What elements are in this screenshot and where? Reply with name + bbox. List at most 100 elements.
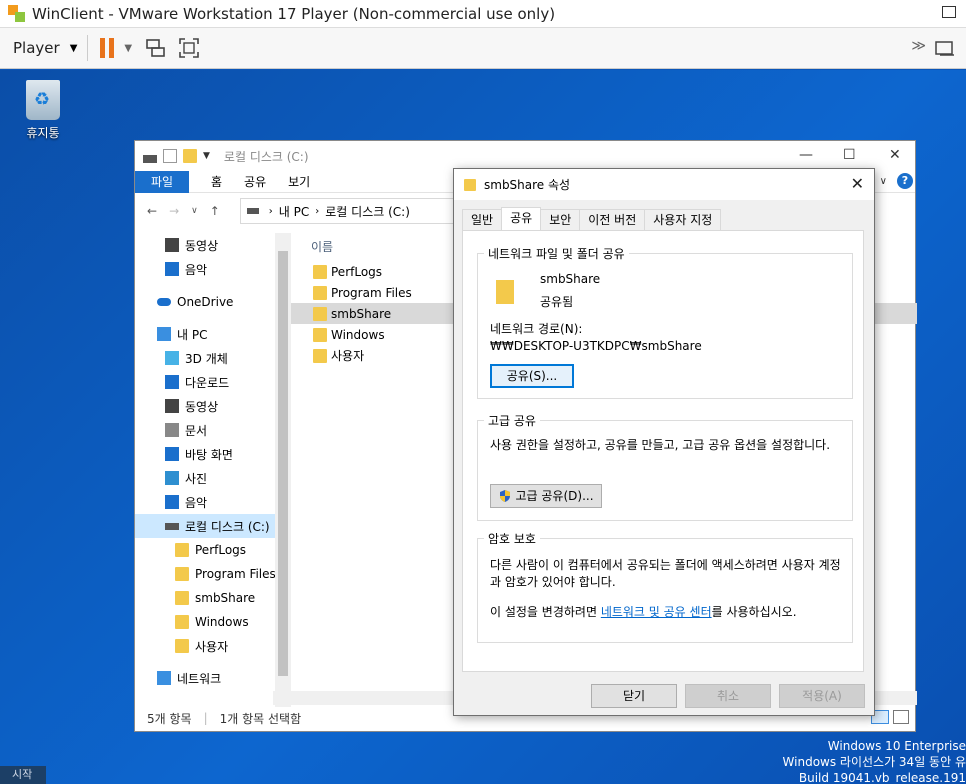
sidebar-item[interactable]: 문서: [135, 418, 275, 442]
sidebar-item[interactable]: 네트워크: [135, 666, 275, 690]
network-share-group: 네트워크 파일 및 폴더 공유 smbShare 공유됨 네트워크 경로(N):…: [477, 245, 853, 399]
sidebar-item[interactable]: smbShare: [135, 586, 275, 610]
password-setting-hint: 이 설정을 변경하려면 네트워크 및 공유 센터를 사용하십시오.: [490, 603, 797, 620]
tab-security[interactable]: 보안: [540, 209, 581, 230]
new-folder-icon[interactable]: [183, 149, 197, 163]
close-icon[interactable]: ✕: [889, 147, 901, 163]
sidebar-item[interactable]: 로컬 디스크 (C:): [135, 514, 275, 538]
sidebar-item[interactable]: Program Files: [135, 562, 276, 586]
help-icon[interactable]: ?: [897, 173, 913, 189]
recycle-bin-label: 휴지통: [26, 126, 60, 140]
forward-icon[interactable]: ≫: [911, 38, 926, 54]
network-icon: [157, 671, 171, 685]
quick-access-dropdown-icon[interactable]: ▼: [203, 151, 210, 161]
sidebar-item[interactable]: 음악: [135, 257, 275, 281]
player-menu[interactable]: Player: [13, 39, 60, 57]
drive-icon: [143, 155, 157, 163]
fullscreen-icon[interactable]: [178, 37, 200, 59]
network-sharing-center-link[interactable]: 네트워크 및 공유 센터: [601, 605, 712, 619]
vmware-title-bar: WinClient - VMware Workstation 17 Player…: [0, 0, 966, 28]
up-icon[interactable]: ↑: [210, 204, 220, 218]
nav-scrollbar[interactable]: [275, 233, 291, 707]
pause-icon[interactable]: [100, 38, 115, 58]
cancel-button[interactable]: 취소: [685, 684, 771, 708]
advanced-sharing-group: 고급 공유 사용 권한을 설정하고, 공유를 만들고, 고급 공유 옵션을 설정…: [477, 412, 853, 521]
sidebar-item[interactable]: 사용자: [135, 634, 275, 658]
maximize-icon[interactable]: ☐: [843, 147, 856, 163]
folder-name: smbShare: [540, 272, 601, 286]
sidebar-item[interactable]: 동영상: [135, 233, 275, 257]
sidebar-item[interactable]: 다운로드: [135, 370, 275, 394]
ribbon-tab-home[interactable]: 홈: [211, 173, 222, 190]
folder-icon: [313, 327, 327, 342]
recent-dropdown-icon[interactable]: ∨: [191, 206, 198, 216]
ribbon-expand-icon[interactable]: ∨: [880, 176, 887, 187]
start-label[interactable]: 시작: [0, 766, 46, 784]
hint-suffix: 를 사용하십시오.: [711, 605, 797, 619]
sidebar-item[interactable]: OneDrive: [135, 290, 275, 314]
selected-count: 1개 항목 선택함: [219, 711, 302, 726]
shared-folder-icon: [496, 280, 514, 304]
sidebar-item[interactable]: 음악: [135, 490, 275, 514]
share-button[interactable]: 공유(S)...: [490, 364, 574, 388]
removable-devices-icon[interactable]: [934, 38, 956, 58]
breadcrumb-local-disk[interactable]: 로컬 디스크 (C:): [325, 203, 410, 220]
tab-previous-versions[interactable]: 이전 버전: [579, 209, 646, 230]
send-ctrl-alt-del-icon[interactable]: [144, 37, 166, 59]
ribbon-tab-share[interactable]: 공유: [244, 173, 266, 190]
forward-icon[interactable]: →: [169, 204, 179, 218]
dialog-title-bar: smbShare 속성 ✕: [454, 169, 874, 200]
large-icons-view-icon[interactable]: [893, 710, 909, 724]
network-path-label: 네트워크 경로(N):: [490, 322, 583, 336]
minimize-icon[interactable]: —: [799, 147, 813, 163]
breadcrumb-sep: ›: [315, 205, 320, 217]
sidebar-item[interactable]: 내 PC: [135, 322, 275, 346]
tab-general[interactable]: 일반: [462, 209, 503, 230]
advanced-sharing-button[interactable]: 고급 공유(D)...: [490, 484, 602, 508]
status-divider: |: [203, 711, 208, 725]
apply-button[interactable]: 적용(A): [779, 684, 865, 708]
sidebar-item-label: smbShare: [195, 591, 256, 605]
uac-shield-icon: [500, 490, 511, 502]
3d-icon: [165, 351, 179, 365]
file-name: 사용자: [331, 349, 365, 363]
sidebar-item[interactable]: 사진: [135, 466, 275, 490]
sidebar-item-label: 사진: [185, 471, 208, 486]
close-button[interactable]: 닫기: [591, 684, 677, 708]
breadcrumb-this-pc[interactable]: 내 PC: [279, 203, 309, 220]
file-name: Program Files: [331, 285, 412, 300]
address-bar[interactable]: › 내 PC › 로컬 디스크 (C:): [239, 198, 460, 224]
ribbon-tab-file[interactable]: 파일: [135, 170, 189, 193]
sidebar-item-label: 음악: [185, 262, 208, 277]
pause-dropdown-icon[interactable]: ▼: [124, 43, 132, 54]
toolbar-divider: [87, 35, 89, 61]
recycle-bin[interactable]: 휴지통: [20, 80, 66, 141]
sidebar-item-label: Windows: [195, 615, 249, 629]
maximize-icon[interactable]: [942, 6, 956, 18]
properties-icon[interactable]: [163, 149, 177, 163]
folder-icon: [313, 285, 327, 300]
vmware-logo-icon: [8, 4, 26, 23]
sidebar-item[interactable]: 3D 개체: [135, 346, 275, 370]
properties-dialog: smbShare 속성 ✕ 일반 공유 보안 이전 버전 사용자 지정 네트워크…: [453, 168, 875, 716]
vmware-window-title: WinClient - VMware Workstation 17 Player…: [32, 4, 556, 23]
sidebar-item[interactable]: Windows: [135, 610, 275, 634]
navigation-pane: 동영상 음악 OneDrive 내 PC 3D 개체 다운로드 동영상 문서 바탕 화면 사진 음악…: [135, 233, 285, 707]
cloud-icon: [157, 298, 171, 306]
back-icon[interactable]: ←: [147, 204, 157, 218]
sidebar-item[interactable]: PerfLogs: [135, 538, 275, 562]
tab-customize[interactable]: 사용자 지정: [644, 209, 722, 230]
tab-sharing[interactable]: 공유: [501, 207, 542, 230]
network-path-value: ₩₩DESKTOP-U3TKDPC₩smbShare: [490, 339, 702, 353]
sidebar-item[interactable]: 동영상: [135, 394, 275, 418]
recycle-bin-icon: [26, 80, 60, 120]
nav-scroll-thumb[interactable]: [278, 251, 288, 676]
sharing-panel: 네트워크 파일 및 폴더 공유 smbShare 공유됨 네트워크 경로(N):…: [462, 230, 864, 672]
sidebar-item-label: 3D 개체: [185, 351, 228, 366]
ribbon-tab-view[interactable]: 보기: [288, 173, 310, 190]
folder-icon: [175, 615, 189, 629]
close-icon[interactable]: ✕: [851, 174, 864, 193]
chevron-down-icon[interactable]: ▼: [70, 43, 78, 54]
sidebar-item[interactable]: 바탕 화면: [135, 442, 275, 466]
folder-icon: [175, 639, 189, 653]
